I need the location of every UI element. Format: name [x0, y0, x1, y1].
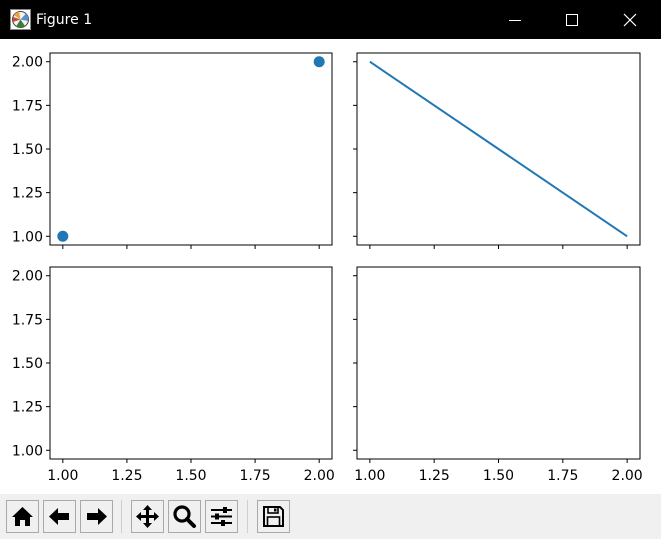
window-title: Figure 1 — [36, 12, 93, 28]
x-tick-label: 2.00 — [304, 468, 335, 484]
x-tick-label: 1.00 — [47, 468, 78, 484]
figure-canvas[interactable]: 1.00 1.25 1.50 1.75 2.00 1.00 1.25 1.50 1.75 2.00… — [0, 39, 661, 494]
y-tick-label: 1.00 — [12, 229, 43, 245]
axes-frame — [49, 266, 333, 460]
figure-window: Figure 1 1.00 1.25 1.50 1.75 2.00 1.00 1.25 1.5… — [0, 0, 661, 539]
zoom-button[interactable] — [168, 500, 201, 533]
y-tick-label: 1.50 — [12, 142, 43, 158]
navigation-toolbar — [0, 494, 661, 539]
x-tick-label: 1.25 — [111, 468, 142, 484]
move-arrows-icon — [136, 505, 159, 528]
subplots-figure[interactable]: 1.00 1.25 1.50 1.75 2.00 1.00 1.25 1.50 1.75 2.00… — [0, 39, 661, 494]
save-button[interactable] — [257, 500, 290, 533]
x-tick-label: 1.50 — [175, 468, 206, 484]
y-tick-label: 1.00 — [12, 443, 43, 459]
axes-bottom-left[interactable]: 1.00 1.25 1.50 1.75 2.00 1.00 1.25 1.50 1.75 2.00 — [12, 266, 335, 484]
x-tick-label: 2.00 — [612, 468, 643, 484]
title-bar[interactable]: Figure 1 — [0, 0, 661, 39]
close-button[interactable] — [601, 0, 659, 39]
axes-frame — [49, 52, 333, 246]
x-tick-label: 1.50 — [483, 468, 514, 484]
close-icon — [623, 13, 637, 27]
y-tick-label: 2.00 — [12, 269, 43, 285]
save-floppy-icon — [263, 506, 284, 527]
x-tick-label: 1.75 — [547, 468, 578, 484]
home-button[interactable] — [6, 500, 39, 533]
home-icon — [12, 507, 33, 526]
matplotlib-logo-icon — [10, 9, 31, 30]
arrow-left-icon — [49, 508, 69, 525]
configure-subplots-button[interactable] — [205, 500, 238, 533]
scatter-point — [313, 56, 325, 68]
y-tick-label: 1.50 — [12, 356, 43, 372]
axes-bottom-right[interactable]: 1.00 1.25 1.50 1.75 2.00 — [353, 266, 643, 484]
axes-top-left[interactable]: 1.00 1.25 1.50 1.75 2.00 — [12, 52, 333, 249]
x-tick-label: 1.00 — [354, 468, 385, 484]
scatter-point — [57, 230, 69, 242]
x-tick-label: 1.25 — [419, 468, 450, 484]
forward-button[interactable] — [80, 500, 113, 533]
arrow-right-icon — [87, 508, 107, 525]
y-tick-label: 1.25 — [12, 400, 43, 416]
axes-frame — [356, 266, 641, 460]
zoom-magnifier-icon — [173, 505, 196, 528]
minimize-button[interactable] — [486, 0, 544, 39]
y-tick-label: 2.00 — [12, 55, 43, 71]
back-button[interactable] — [43, 500, 76, 533]
sliders-icon — [211, 507, 232, 526]
y-tick-label: 1.75 — [12, 312, 43, 328]
y-tick-label: 1.25 — [12, 186, 43, 202]
toolbar-separator — [121, 500, 124, 533]
maximize-button[interactable] — [543, 0, 601, 39]
maximize-icon — [566, 14, 578, 26]
x-tick-label: 1.75 — [240, 468, 271, 484]
axes-top-right[interactable] — [353, 52, 641, 249]
toolbar-separator — [247, 500, 250, 533]
pan-button[interactable] — [131, 500, 164, 533]
minimize-icon — [509, 20, 521, 21]
y-tick-label: 1.75 — [12, 98, 43, 114]
